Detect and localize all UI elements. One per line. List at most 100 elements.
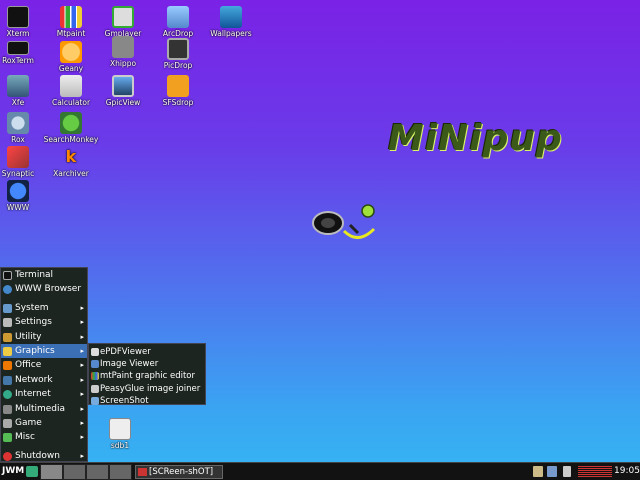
menu-item-terminal[interactable]: Terminal xyxy=(1,268,87,282)
chevron-right-icon: ▸ xyxy=(80,433,84,442)
volume-icon[interactable] xyxy=(563,466,571,477)
chevron-right-icon: ▸ xyxy=(80,332,84,341)
workspace-1[interactable] xyxy=(40,464,63,480)
network-icon xyxy=(3,375,12,385)
graphics-submenu: ePDFViewer Image Viewer mtPaint graphic … xyxy=(88,343,206,407)
menu-item-network[interactable]: Network ▸ xyxy=(1,373,87,387)
chevron-right-icon: ▸ xyxy=(80,375,84,384)
desktop-icon-picdrop[interactable]: PicDrop xyxy=(149,38,207,74)
geany-icon xyxy=(60,41,82,63)
clock[interactable]: 19:05 xyxy=(614,466,640,476)
power-icon xyxy=(3,451,12,461)
desktop-icon-xhippo[interactable]: Xhippo xyxy=(94,36,152,72)
menu-item-shutdown[interactable]: Shutdown ▸ xyxy=(1,449,87,463)
workspace-2[interactable] xyxy=(63,464,86,480)
multimedia-icon xyxy=(3,404,12,414)
desktop-icon-gpicview[interactable]: GpicView xyxy=(94,75,152,111)
game-icon xyxy=(3,418,12,428)
root-menu: Terminal WWW Browser System ▸ Settings ▸ U… xyxy=(0,267,88,462)
calculator-icon xyxy=(60,75,82,97)
menu-item-office[interactable]: Office ▸ xyxy=(1,358,87,372)
chevron-right-icon: ▸ xyxy=(80,318,84,327)
misc-icon xyxy=(3,433,12,443)
glue-icon xyxy=(91,384,99,393)
archive-drop-icon xyxy=(167,6,189,28)
chevron-right-icon: ▸ xyxy=(80,346,84,355)
submenu-item-screenshot[interactable]: ScreenShot xyxy=(89,395,205,407)
media-player-icon xyxy=(112,6,134,28)
submenu-item-image-viewer[interactable]: Image Viewer xyxy=(89,358,205,370)
show-desktop-icon[interactable] xyxy=(26,466,38,477)
pencils-icon xyxy=(91,372,99,381)
menu-item-multimedia[interactable]: Multimedia ▸ xyxy=(1,402,87,416)
taskbar: JWM [SCReen-shOT] 19:05 xyxy=(0,462,640,480)
menu-item-game[interactable]: Game ▸ xyxy=(1,416,87,430)
menu-item-www-browser[interactable]: WWW Browser xyxy=(1,282,87,296)
workspace-4[interactable] xyxy=(109,464,132,480)
desktop-icon-geany[interactable]: Geany xyxy=(42,41,100,77)
rox-icon xyxy=(7,112,29,134)
menu-item-system[interactable]: System ▸ xyxy=(1,301,87,315)
menu-item-internet[interactable]: Internet ▸ xyxy=(1,387,87,401)
desktop-icon-www[interactable]: WWW xyxy=(0,180,47,216)
chevron-right-icon: ▸ xyxy=(80,390,84,399)
system-icon xyxy=(3,303,12,313)
menu-item-graphics[interactable]: Graphics ▸ xyxy=(1,343,87,359)
menu-item-utility[interactable]: Utility ▸ xyxy=(1,330,87,344)
clipboard-tray-icon[interactable] xyxy=(533,466,543,477)
menu-item-misc[interactable]: Misc ▸ xyxy=(1,430,87,444)
package-manager-icon xyxy=(7,146,29,168)
chevron-right-icon: ▸ xyxy=(80,361,84,370)
start-button[interactable]: JWM xyxy=(2,466,24,476)
screenshot-app-icon xyxy=(138,468,147,476)
chevron-right-icon: ▸ xyxy=(80,451,84,460)
desktop-icon-mtpaint[interactable]: Mtpaint xyxy=(42,6,100,42)
sfs-drop-icon xyxy=(167,75,189,97)
pdf-viewer-icon xyxy=(91,348,99,356)
archiver-icon: k xyxy=(65,147,77,166)
workspace-pager xyxy=(40,464,132,480)
chevron-right-icon: ▸ xyxy=(80,404,84,413)
desktop-icon-xfe[interactable]: Xfe xyxy=(0,75,47,111)
desktop-icon-rox[interactable]: Rox xyxy=(0,112,47,148)
desktop-icon-arcdrop[interactable]: ArcDrop xyxy=(149,6,207,42)
internet-icon xyxy=(3,390,12,400)
menu-item-settings[interactable]: Settings ▸ xyxy=(1,315,87,329)
hippo-icon xyxy=(112,36,134,58)
desktop-icon-xterm[interactable]: Xterm xyxy=(0,6,47,42)
taskbar-task-screenshot[interactable]: [SCReen-shOT] xyxy=(135,465,223,479)
desktop-icon-roxterm[interactable]: RoxTerm xyxy=(0,41,47,77)
image-viewer-icon xyxy=(91,360,99,369)
puppy-eyes-logo xyxy=(312,204,376,239)
submenu-item-epdfviewer[interactable]: ePDFViewer xyxy=(89,346,205,358)
graphics-icon xyxy=(3,346,12,356)
globe-icon xyxy=(3,285,12,295)
chevron-right-icon: ▸ xyxy=(80,303,84,312)
pencils-icon xyxy=(60,6,82,28)
network-tray-icon[interactable] xyxy=(547,466,557,477)
drive-icon xyxy=(109,418,131,440)
desktop-icon-calculator[interactable]: Calculator xyxy=(42,75,100,111)
submenu-item-peasyglue[interactable]: PeasyGlue image joiner xyxy=(89,383,205,395)
wallpaper-icon xyxy=(220,6,242,28)
desktop-icon-sdb1[interactable]: sdb1 xyxy=(91,418,149,454)
terminal-icon xyxy=(7,41,29,55)
desktop-icon-synaptic[interactable]: Synaptic xyxy=(0,146,47,182)
office-icon xyxy=(3,361,12,371)
desktop-icon-wallpapers[interactable]: Wallpapers xyxy=(202,6,260,42)
minipup-logo: MiNipup xyxy=(388,118,563,159)
workspace-3[interactable] xyxy=(86,464,109,480)
terminal-icon xyxy=(3,271,12,280)
utility-icon xyxy=(3,332,12,342)
desktop-icon-xarchiver[interactable]: k Xarchiver xyxy=(42,146,100,182)
settings-icon xyxy=(3,318,12,328)
browser-icon xyxy=(7,180,29,202)
picture-drop-icon xyxy=(167,38,189,60)
search-monkey-icon xyxy=(60,112,82,134)
file-manager-icon xyxy=(7,75,29,97)
network-monitor-icon[interactable] xyxy=(578,466,612,477)
desktop-icon-searchmonkey[interactable]: SearchMonkey xyxy=(42,112,100,148)
desktop-icon-sfsdrop[interactable]: SFSdrop xyxy=(149,75,207,111)
submenu-item-mtpaint[interactable]: mtPaint graphic editor xyxy=(89,370,205,382)
chevron-right-icon: ▸ xyxy=(80,418,84,427)
